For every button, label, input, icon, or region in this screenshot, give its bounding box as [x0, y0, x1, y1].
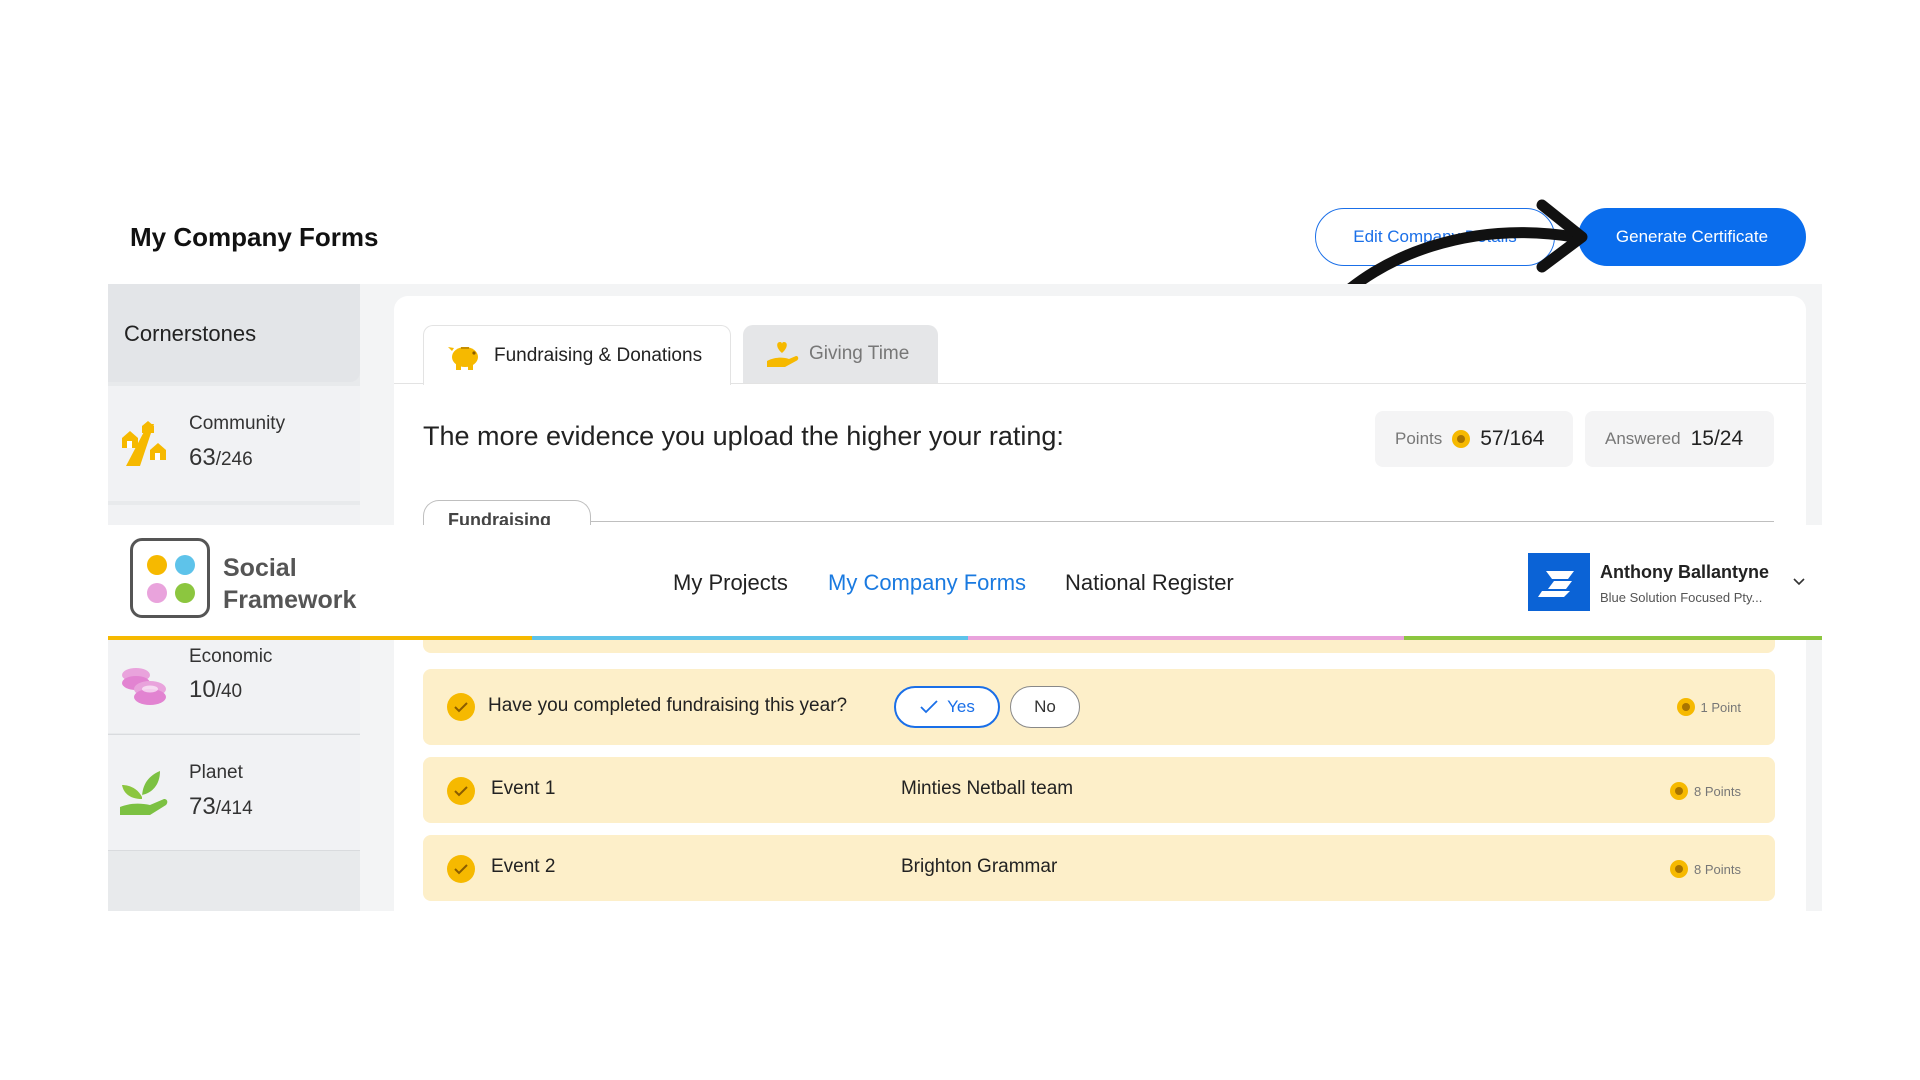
sidebar-item-score: 63/246 [189, 444, 253, 471]
sidebar-heading: Cornerstones [108, 284, 360, 382]
check-circle-icon [447, 693, 475, 721]
coin-icon [1670, 782, 1689, 800]
tab-label: Giving Time [809, 343, 910, 364]
event-value: Brighton Grammar [901, 856, 1058, 877]
nav-my-company-forms[interactable]: My Company Forms [828, 570, 1026, 596]
nav-national-register[interactable]: National Register [1065, 570, 1234, 596]
tab-label: Fundraising & Donations [494, 344, 703, 366]
list-item-partial [423, 640, 1775, 653]
points-text: 8 Points [1694, 861, 1741, 877]
checkmark-icon [920, 700, 938, 714]
chevron-down-icon[interactable] [1792, 574, 1806, 588]
sub-tab-divider [591, 521, 1774, 522]
user-name[interactable]: Anthony Ballantyne [1600, 562, 1769, 583]
generate-certificate-button[interactable]: Generate Certificate [1578, 208, 1806, 266]
no-button[interactable]: No [1010, 686, 1080, 728]
check-circle-icon [447, 777, 475, 805]
answered-stat: Answered 15/24 [1585, 411, 1774, 467]
tab-giving-time[interactable]: Giving Time [743, 325, 938, 383]
event-row[interactable]: Event 2 Brighton Grammar 8 Points [423, 835, 1775, 901]
event-value: Minties Netball team [901, 778, 1074, 799]
answered-label: Answered [1605, 429, 1681, 448]
points-text: 1 Point [1700, 699, 1741, 715]
logo-line-1: Social [223, 554, 297, 582]
evidence-prompt: The more evidence you upload the higher … [423, 421, 1064, 451]
coin-icon [1452, 430, 1471, 448]
sidebar-item-label: Community [189, 413, 286, 434]
company-logo-icon [1528, 553, 1590, 611]
points-text: 8 Points [1694, 783, 1741, 799]
sidebar-item-label: Economic [189, 646, 273, 667]
points-label: Points [1395, 429, 1443, 448]
question-text: Have you completed fundraising this year… [488, 695, 848, 716]
sidebar-item-label: Planet [189, 762, 243, 783]
tab-fundraising-donations[interactable]: Fundraising & Donations [423, 325, 731, 385]
check-circle-icon [447, 855, 475, 883]
houses-road-icon [122, 421, 166, 466]
logo-wordmark: Social Framework [223, 552, 356, 616]
event-label: Event 1 [491, 778, 556, 799]
sidebar-heading-label: Cornerstones [124, 321, 257, 346]
plant-hand-icon [120, 771, 168, 815]
sidebar-item-score: 10/40 [189, 676, 243, 703]
user-organization: Blue Solution Focused Pty... [1600, 590, 1763, 605]
hand-heart-icon [767, 342, 799, 367]
points-stat: Points 57/164 [1375, 411, 1573, 467]
event-label: Event 2 [491, 856, 556, 877]
question-row: Have you completed fundraising this year… [423, 669, 1775, 745]
edit-company-details-button[interactable]: Edit Company Details [1315, 208, 1555, 266]
row-points: 8 Points [1670, 782, 1741, 800]
page-title: My Company Forms [130, 222, 379, 252]
sidebar-item-hidden [108, 505, 360, 525]
answered-value: 15/24 [1690, 427, 1744, 450]
sidebar-item-score: 73/414 [189, 793, 253, 820]
sidebar-divider [108, 850, 360, 851]
coins-icon [122, 668, 166, 705]
yes-button[interactable]: Yes [894, 686, 1000, 728]
sidebar-item-planet[interactable]: Planet 73/414 [108, 735, 360, 850]
coin-icon [1670, 860, 1689, 878]
event-row[interactable]: Event 1 Minties Netball team 8 Points [423, 757, 1775, 823]
sidebar-item-community[interactable]: Community 63/246 [108, 386, 360, 501]
logo-line-2: Framework [223, 586, 357, 614]
nav-my-projects[interactable]: My Projects [673, 570, 788, 596]
piggy-bank-icon [448, 346, 478, 370]
row-points: 8 Points [1670, 860, 1741, 878]
points-value: 57/164 [1480, 427, 1545, 450]
coin-icon [1676, 698, 1695, 716]
yes-label: Yes [947, 697, 975, 716]
social-framework-logo-icon[interactable] [130, 538, 210, 618]
sidebar-item-economic[interactable]: Economic 10/40 [108, 637, 360, 733]
row-points: 1 Point [1676, 698, 1741, 716]
